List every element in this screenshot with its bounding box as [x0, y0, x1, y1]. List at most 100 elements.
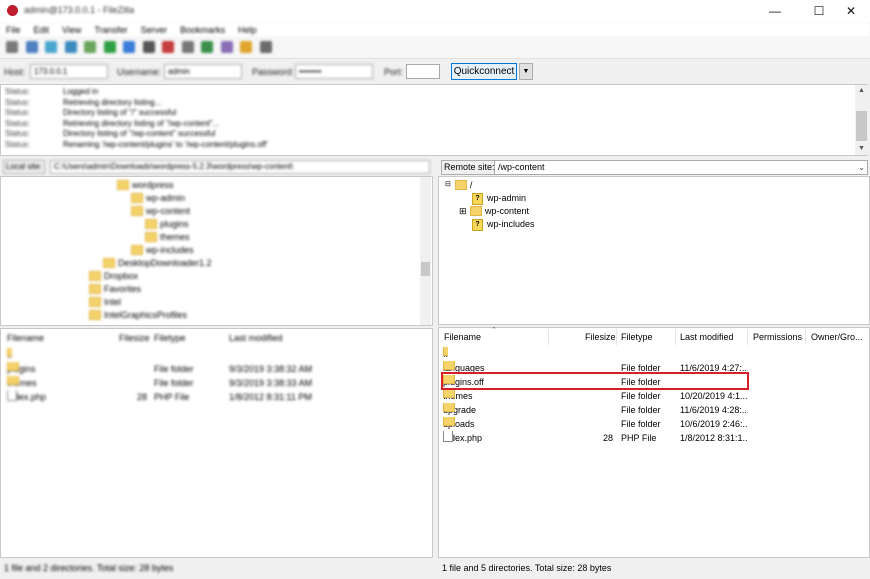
menu-view[interactable]: View [62, 25, 81, 35]
menu-edit[interactable]: Edit [34, 25, 50, 35]
local-tree-node[interactable]: plugins [145, 218, 189, 231]
log-type: Status: [5, 97, 30, 107]
quickconnect-dropdown-button[interactable]: ▼ [519, 63, 533, 80]
site-manager-icon[interactable] [6, 41, 18, 53]
column-separator[interactable] [616, 329, 617, 345]
local-tree-node[interactable]: DesktopDownloader1.2 [103, 257, 212, 270]
host-input[interactable]: 173.0.0.1 [30, 64, 108, 79]
file-row[interactable]: uploads File folder 10/6/2019 2:46:... [439, 417, 870, 431]
folder-icon [89, 270, 101, 281]
menu-bar: File Edit View Transfer Server Bookmarks Help [0, 22, 870, 37]
column-separator[interactable] [747, 329, 748, 345]
folder-icon [443, 389, 455, 398]
minimize-button[interactable]: — [756, 0, 794, 22]
quickconnect-button[interactable]: Quickconnect [451, 63, 517, 80]
folder-icon [454, 179, 467, 190]
menu-help[interactable]: Help [238, 25, 257, 35]
log-message: Renaming '/wp-content/plugins' to '/wp-c… [63, 139, 268, 149]
reconnect-icon[interactable] [181, 41, 194, 53]
folder-icon [443, 417, 455, 426]
local-tree-node[interactable]: wordpress [117, 179, 174, 192]
column-separator[interactable] [548, 329, 549, 345]
column-header-filesize[interactable]: Filesize [119, 329, 150, 347]
tree-node-label: wp-includes [146, 245, 194, 255]
column-header-last-modified[interactable]: Last modified [680, 328, 734, 346]
menu-bookmarks[interactable]: Bookmarks [180, 25, 225, 35]
tree-node-wp-includes[interactable]: ? wp-includes [472, 218, 535, 231]
tree-node-label: Dropbox [104, 271, 139, 281]
file-row[interactable]: index.php 28 PHP File 1/8/2012 8:31:1... [439, 431, 870, 445]
collapse-icon[interactable]: ⊟ [445, 181, 451, 190]
local-tree-node[interactable]: wp-includes [131, 244, 194, 257]
column-header-last-modified[interactable]: Last modified [229, 329, 283, 347]
password-input[interactable]: •••••••• [295, 64, 373, 79]
cancel-icon[interactable] [142, 41, 155, 53]
column-header-filename[interactable]: Filename [7, 329, 44, 347]
port-label: Port: [384, 67, 404, 77]
local-tree-node[interactable]: themes [145, 231, 190, 244]
file-row[interactable]: index.php 28 PHP File 1/8/2012 8:31:11 PM [1, 390, 433, 404]
tree-node-wp-admin[interactable]: ? wp-admin [472, 192, 526, 205]
scroll-up-icon[interactable]: ▲ [858, 87, 865, 94]
local-tree-scrollbar[interactable] [420, 177, 431, 325]
tree-node-wp-content[interactable]: ⊞ wp-content [459, 205, 529, 218]
username-input[interactable]: admin [164, 64, 242, 79]
toggle-local-tree-icon[interactable] [45, 41, 57, 53]
column-header-filetype[interactable]: Filetype [621, 328, 653, 346]
remote-path-input[interactable]: /wp-content ⌄ [494, 160, 868, 175]
file-row[interactable]: themes File folder 9/3/2019 3:38:33 AM [1, 376, 433, 390]
file-row[interactable]: themes File folder 10/20/2019 4:1... [439, 389, 870, 403]
local-tree-node[interactable]: wp-admin [131, 192, 185, 205]
file-row[interactable]: upgrade File folder 11/6/2019 4:28:... [439, 403, 870, 417]
file-row[interactable]: .. [439, 347, 870, 361]
local-tree-node[interactable]: Favorites [89, 283, 141, 296]
log-type: Status: [5, 139, 30, 149]
log-message: Directory listing of "/wp-content" succe… [63, 129, 216, 138]
port-input[interactable] [406, 64, 440, 79]
search-icon[interactable] [259, 41, 272, 53]
log-scrollbar[interactable]: ▲ ▼ [855, 85, 868, 155]
chevron-down-icon[interactable]: ⌄ [858, 161, 865, 174]
column-header-owner-group[interactable]: Owner/Gro... [811, 328, 869, 346]
column-header-filesize[interactable]: Filesize [585, 328, 616, 346]
scroll-down-icon[interactable]: ▼ [858, 145, 865, 152]
filter-icon[interactable] [201, 41, 213, 53]
menu-transfer[interactable]: Transfer [94, 25, 127, 35]
file-modified: 10/6/2019 2:46:... [680, 419, 748, 429]
file-type: File folder [621, 405, 661, 415]
local-tree-node[interactable]: wp-content [131, 205, 190, 218]
column-header-permissions[interactable]: Permissions [753, 328, 802, 346]
tree-node-root[interactable]: ⊟ / [445, 179, 472, 192]
file-row[interactable]: .. [1, 348, 433, 362]
column-header-filetype[interactable]: Filetype [154, 329, 186, 347]
local-tree-node[interactable]: Dropbox [89, 270, 138, 283]
scrollbar-thumb[interactable] [421, 262, 430, 276]
file-modified: 9/3/2019 3:38:33 AM [229, 378, 313, 388]
column-header-filename[interactable]: Filename [444, 328, 481, 346]
toggle-queue-icon[interactable] [84, 41, 96, 53]
menu-server[interactable]: Server [141, 25, 168, 35]
tree-node-label: / [469, 180, 473, 190]
column-separator[interactable] [675, 329, 676, 345]
column-separator[interactable] [805, 329, 806, 345]
toggle-log-icon[interactable] [25, 41, 38, 53]
compare-icon[interactable] [220, 41, 233, 53]
process-queue-icon[interactable] [123, 41, 135, 53]
sync-browse-icon[interactable] [240, 41, 252, 53]
file-type: File folder [621, 419, 661, 429]
toggle-remote-tree-icon[interactable] [64, 41, 77, 53]
local-path-input[interactable]: C:\Users\admin\Downloads\wordpress-5.2.3… [50, 160, 430, 174]
file-row[interactable]: plugins File folder 9/3/2019 3:38:32 AM [1, 362, 433, 376]
menu-file[interactable]: File [6, 25, 21, 35]
disconnect-icon[interactable] [162, 41, 174, 53]
tree-node-label: IntelGraphicsProfiles [104, 310, 188, 320]
expand-icon[interactable]: ⊞ [459, 205, 468, 218]
local-tree-node[interactable]: IntelGraphicsProfiles [89, 309, 187, 322]
file-modified: 11/6/2019 4:28:... [680, 405, 748, 415]
local-tree-node[interactable]: Intel [89, 296, 121, 309]
file-icon [7, 390, 17, 401]
refresh-icon[interactable] [103, 41, 116, 53]
tree-node-label: DesktopDownloader1.2 [118, 258, 212, 268]
scrollbar-thumb[interactable] [856, 111, 867, 141]
close-button[interactable]: ✕ [832, 0, 870, 22]
